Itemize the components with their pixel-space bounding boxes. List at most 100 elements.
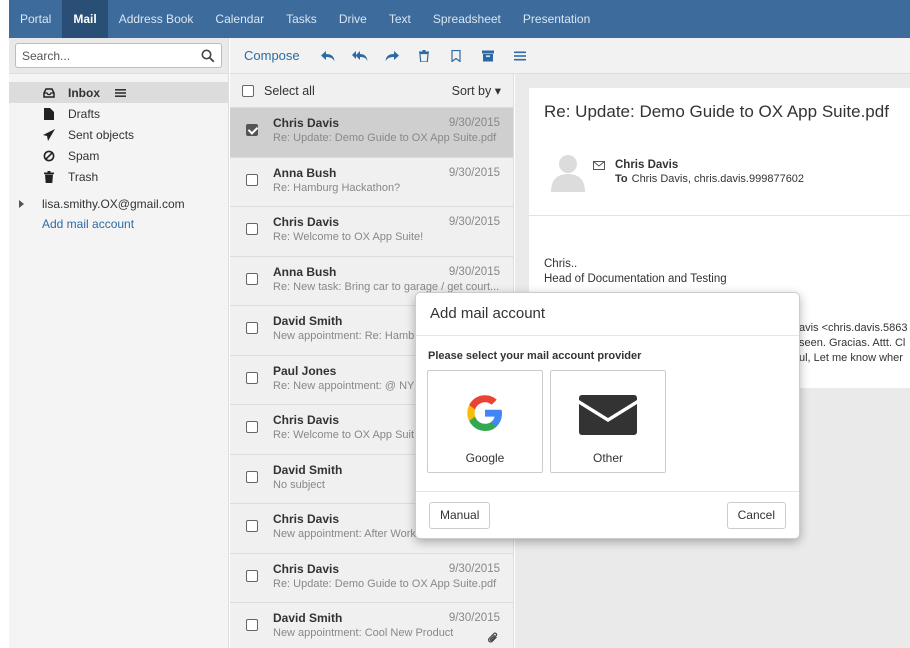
mail-date: 9/30/2015 (448, 562, 500, 575)
mail-date: 9/30/2015 (448, 612, 500, 624)
tab-spreadsheet[interactable]: Spreadsheet (422, 0, 512, 38)
flag-icon[interactable] (448, 48, 464, 64)
delete-icon[interactable] (416, 48, 432, 64)
search-icon[interactable] (201, 49, 215, 63)
mail-checkbox[interactable] (246, 322, 258, 334)
folder-spam[interactable]: Spam (9, 145, 228, 166)
reply-all-icon[interactable] (351, 48, 368, 64)
mail-checkbox[interactable] (246, 470, 258, 483)
mail-checkbox[interactable] (246, 173, 258, 186)
folder-inbox[interactable]: Inbox (9, 82, 228, 103)
divider (416, 335, 799, 336)
mail-checkbox[interactable] (246, 272, 258, 285)
provider-google[interactable]: Google (427, 370, 543, 473)
mail-date: 9/30/2015 (448, 216, 500, 228)
mail-subject: Re: Welcome to OX App Suite! (273, 231, 424, 243)
mail-date: 9/30/2015 (448, 166, 500, 179)
mail-subject: Re: Hamburg Hackathon? (273, 181, 401, 194)
list-item[interactable]: Anna Bush 9/30/2015 Re: Hamburg Hackatho… (230, 158, 513, 207)
forward-icon[interactable] (384, 48, 400, 64)
tab-portal[interactable]: Portal (9, 0, 62, 38)
mail-date: 9/30/2015 (448, 265, 500, 278)
provider-label: Google (465, 451, 505, 465)
folder-label: Trash (68, 169, 99, 184)
envelope-small-icon (593, 161, 605, 170)
mail-subject: New appointment: Cool New Product (273, 627, 454, 639)
menu-icon[interactable] (512, 48, 528, 64)
mail-checkbox[interactable] (246, 371, 258, 384)
account-email: lisa.smithy.OX@gmail.com (42, 196, 185, 211)
tab-address-book[interactable]: Address Book (108, 0, 205, 38)
folder-menu-icon[interactable] (114, 87, 127, 99)
folder-trash[interactable]: Trash (9, 166, 228, 187)
envelope-icon (579, 395, 637, 435)
cancel-button[interactable]: Cancel (726, 502, 786, 529)
list-item[interactable]: Chris Davis 9/30/2015 Re: Welcome to OX … (230, 207, 513, 257)
ban-icon (43, 150, 55, 162)
search-bar (9, 38, 228, 74)
add-mail-account-dialog: Add mail account Please select your mail… (415, 292, 800, 539)
folder-sent[interactable]: Sent objects (9, 124, 228, 145)
mail-body: Chris.. Head of Documentation and Testin… (544, 257, 727, 287)
select-all-label[interactable]: Select all (264, 84, 315, 98)
folder-label: Inbox (68, 85, 100, 100)
recipient-line: To Chris Davis, chris.davis.999877602 (615, 173, 804, 185)
account-node[interactable]: lisa.smithy.OX@gmail.com (9, 193, 228, 214)
add-mail-account-link[interactable]: Add mail account (9, 214, 228, 234)
tab-calendar[interactable]: Calendar (204, 0, 275, 38)
list-item[interactable]: Chris Davis 9/30/2015 Re: Update: Demo G… (230, 108, 513, 158)
tab-text[interactable]: Text (378, 0, 422, 38)
dialog-hint: Please select your mail account provider (428, 350, 642, 362)
compose-button[interactable]: Compose (244, 48, 300, 63)
mail-subject: Re: Update: Demo Guide to OX App Suite.p… (273, 577, 497, 590)
search-input[interactable] (16, 44, 196, 67)
folder-drafts[interactable]: Drafts (9, 103, 228, 124)
inbox-icon (43, 87, 55, 99)
list-item[interactable]: Chris Davis 9/30/2015 Re: Update: Demo G… (230, 554, 513, 603)
recipient-value[interactable]: Chris Davis, chris.davis.999877602 (632, 173, 804, 185)
avatar (551, 155, 585, 192)
quote-line: ul, Let me know wher (799, 352, 903, 364)
quoted-text: avis <chris.davis.5863 seen. Gracias. At… (799, 321, 908, 366)
quote-line: avis <chris.davis.5863 (799, 322, 908, 334)
file-icon (43, 107, 55, 120)
body-line: Head of Documentation and Testing (544, 273, 727, 285)
mail-checkbox[interactable] (246, 223, 258, 235)
mail-checkbox[interactable] (246, 124, 258, 136)
search-box (15, 43, 222, 68)
quote-line: seen. Gracias. Attt. Cl (799, 337, 906, 349)
list-header: Select all Sort by ▾ (230, 74, 513, 108)
archive-icon[interactable] (480, 48, 496, 64)
google-icon (467, 395, 502, 431)
folder-sidebar: Inbox Drafts Sent objects Spam Trash lis… (9, 38, 229, 648)
tab-presentation[interactable]: Presentation (512, 0, 601, 38)
list-item[interactable]: David Smith 9/30/2015 New appointment: C… (230, 603, 513, 648)
provider-label: Other (592, 451, 623, 465)
sort-dropdown[interactable]: Sort by ▾ (452, 83, 501, 98)
trash-icon (43, 170, 55, 183)
to-label: To (615, 173, 628, 185)
mail-checkbox[interactable] (246, 421, 258, 433)
sender-name[interactable]: Chris Davis (615, 159, 678, 171)
mail-subject: Re: New task: Bring car to garage / get … (273, 280, 500, 293)
folder-label: Drafts (68, 106, 101, 121)
provider-other[interactable]: Other (550, 370, 666, 473)
divider (529, 215, 910, 216)
body-line: Chris.. (544, 258, 578, 270)
dialog-title: Add mail account (430, 305, 546, 322)
reply-icon[interactable] (320, 48, 336, 64)
mail-checkbox[interactable] (246, 619, 258, 631)
tab-mail[interactable]: Mail (62, 0, 108, 38)
mail-checkbox[interactable] (246, 520, 258, 532)
mail-checkbox[interactable] (246, 569, 258, 582)
manual-button[interactable]: Manual (429, 502, 491, 529)
paperclip-icon (488, 632, 498, 643)
tab-tasks[interactable]: Tasks (275, 0, 328, 38)
divider (416, 491, 799, 492)
mail-title: Re: Update: Demo Guide to OX App Suite.p… (544, 102, 889, 121)
tab-drive[interactable]: Drive (328, 0, 378, 38)
send-icon (43, 128, 55, 141)
select-all-checkbox[interactable] (242, 84, 254, 97)
expand-caret-icon[interactable] (19, 199, 24, 208)
mail-date: 9/30/2015 (448, 117, 500, 129)
